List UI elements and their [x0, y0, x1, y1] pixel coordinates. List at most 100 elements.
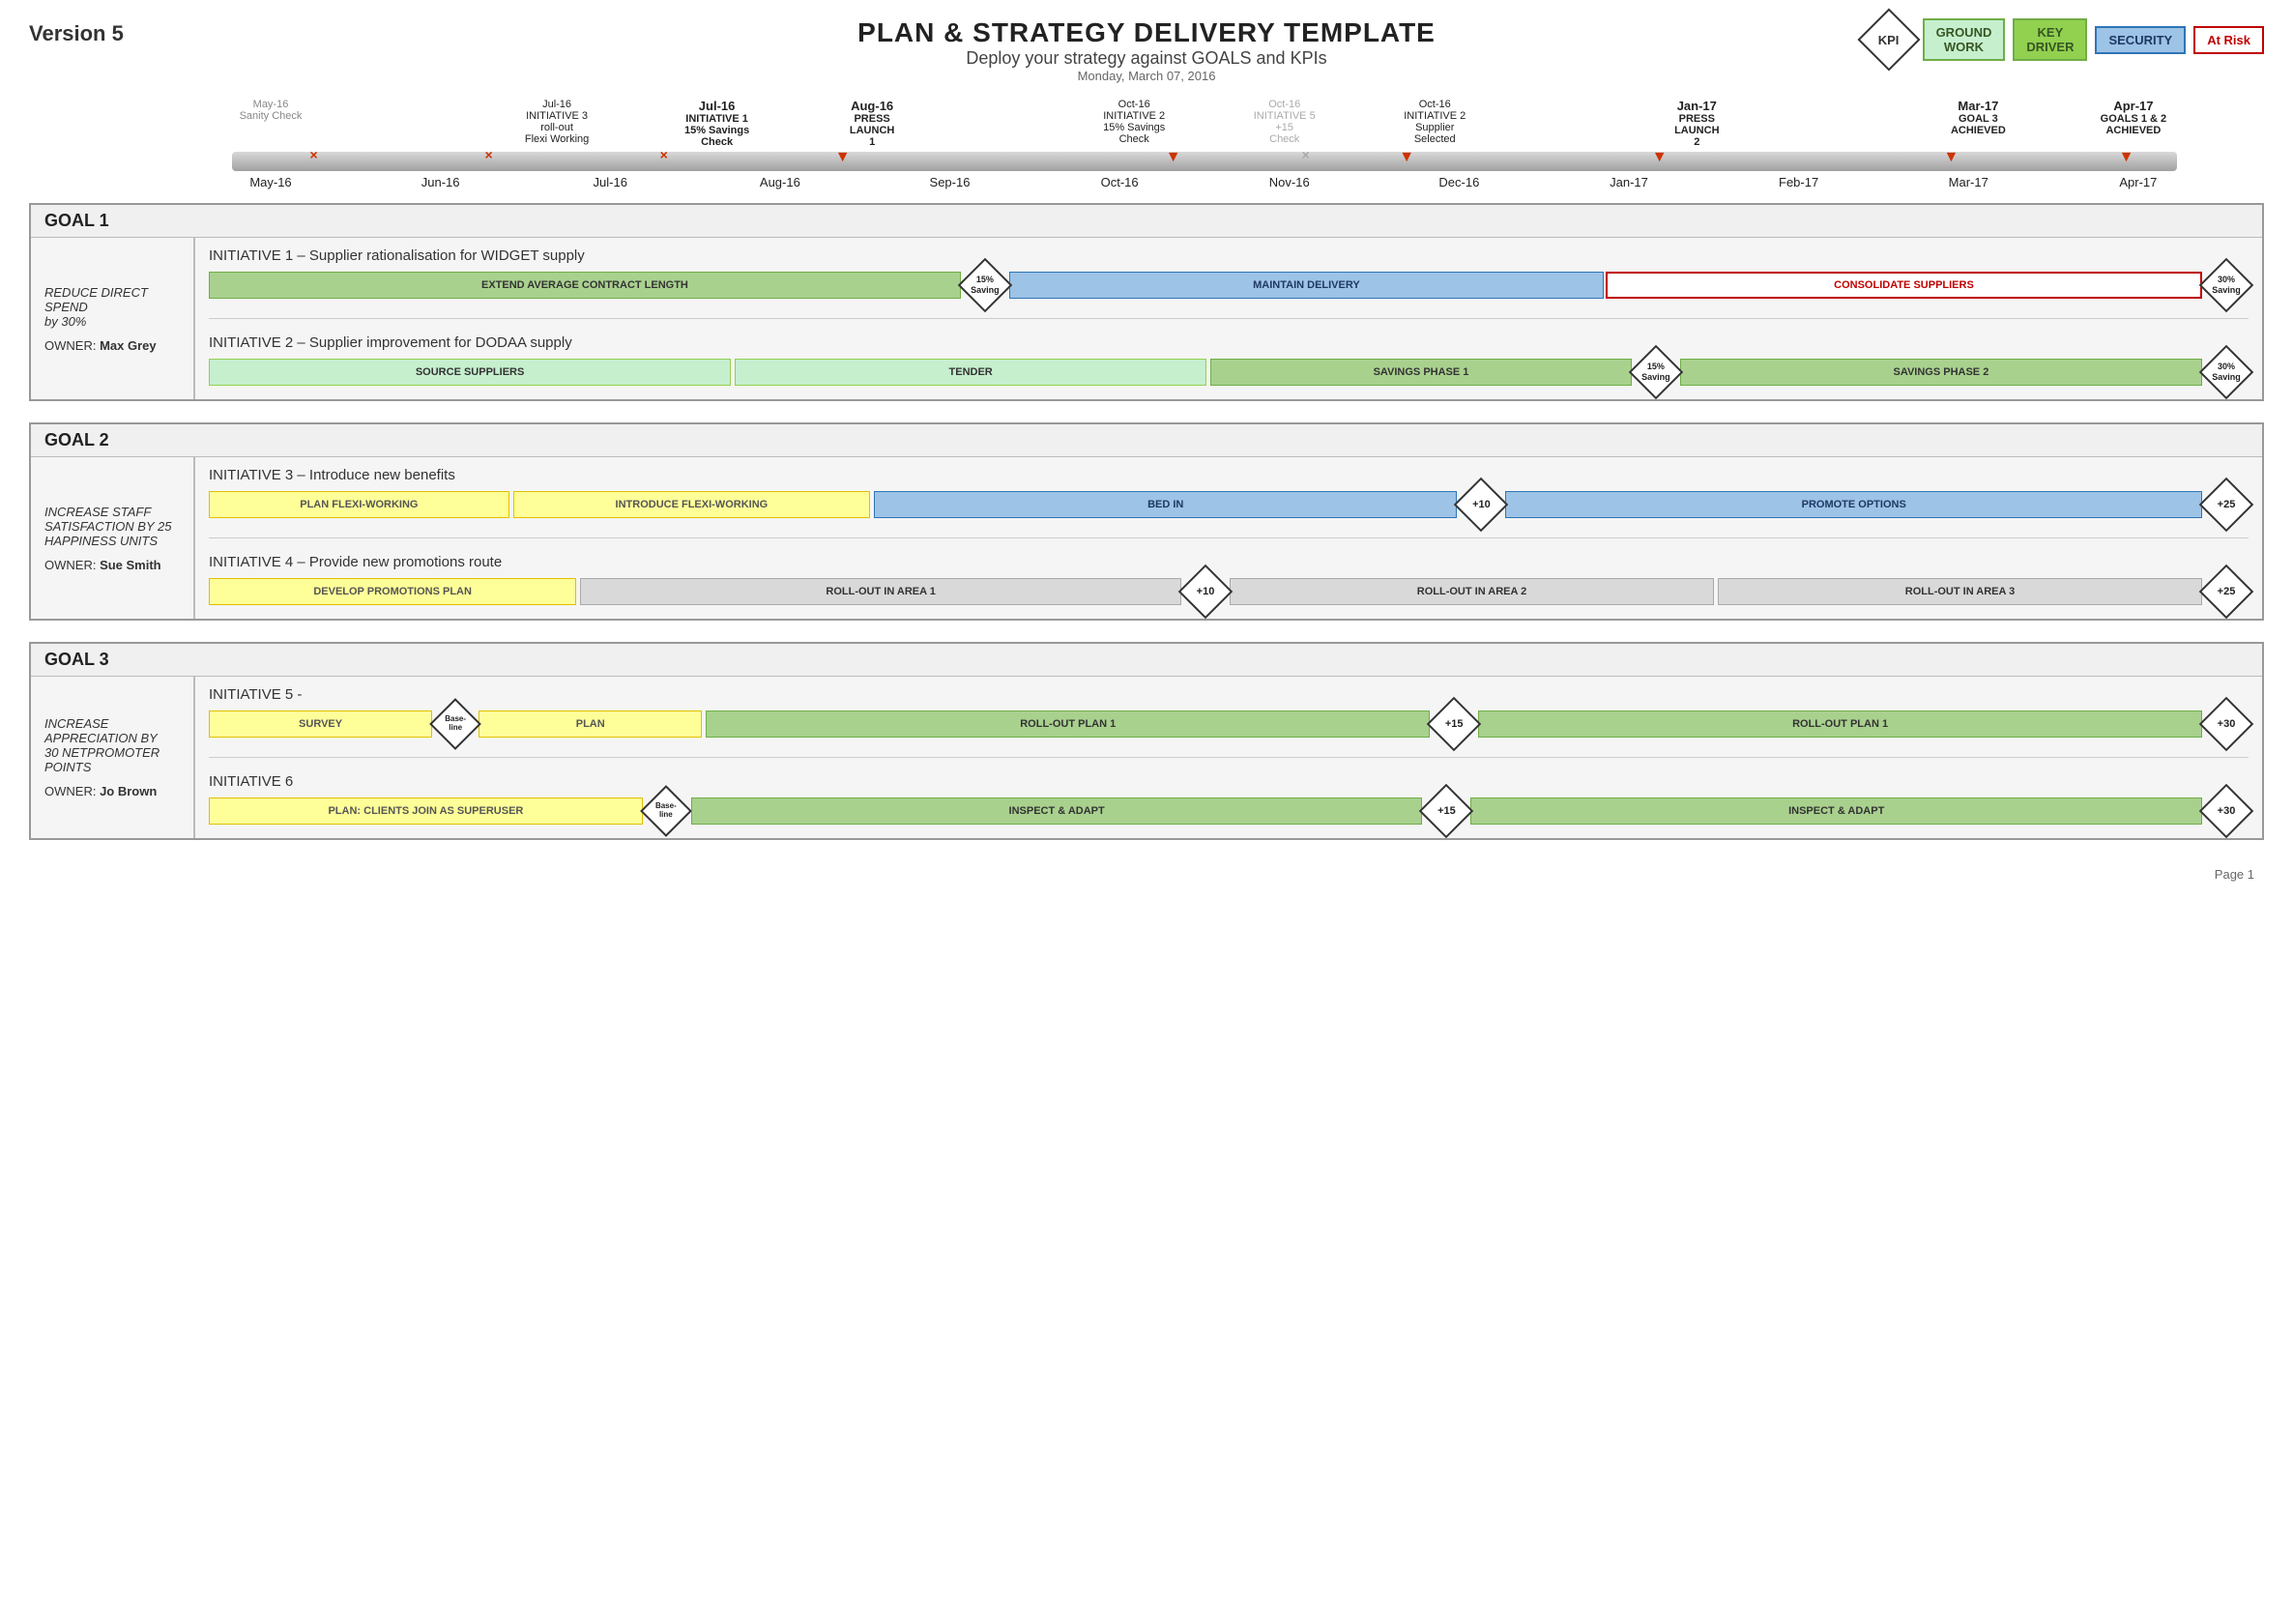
bar-savings-phase1: SAVINGS PHASE 1 — [1210, 359, 1632, 386]
timeline-bar-area: × × × ▼ ▼ × ▼ ▼ ▼ — [232, 152, 2177, 171]
timeline-section: May-16 Sanity Check Jul-16 INITIATIVE 3 … — [0, 89, 2293, 193]
marker-jul16: × — [660, 148, 668, 161]
goal1-header: GOAL 1 — [31, 205, 2262, 238]
initiative6-container: INITIATIVE 6 PLAN: CLIENTS JOIN AS SUPER… — [209, 773, 2249, 828]
bar-consolidate-suppliers: CONSOLIDATE SUPPLIERS — [1606, 272, 2202, 299]
goal3-owner: OWNER: Jo Brown — [44, 784, 184, 798]
kpi-diamond: KPI — [1863, 14, 1915, 66]
initiative2-container: INITIATIVE 2 – Supplier improvement for … — [209, 334, 2249, 390]
initiative5-container: INITIATIVE 5 - SURVEY Base-line PLAN ROL… — [209, 686, 2249, 741]
initiative4-title: INITIATIVE 4 – Provide new promotions ro… — [209, 554, 2249, 570]
bar-rollout-area3: ROLL-OUT IN AREA 3 — [1718, 578, 2202, 605]
timeline-bar — [232, 152, 2177, 171]
divider-1 — [209, 318, 2249, 319]
bar-maintain-delivery: MAINTAIN DELIVERY — [1009, 272, 1604, 299]
diamond-plus30-5: +30 — [2204, 702, 2249, 746]
initiative6-title: INITIATIVE 6 — [209, 773, 2249, 790]
month-sep16: Sep-16 — [912, 175, 989, 189]
bar-rollout-area2: ROLL-OUT IN AREA 2 — [1230, 578, 1714, 605]
initiative5-title: INITIATIVE 5 - — [209, 686, 2249, 703]
bar-source-suppliers: SOURCE SUPPLIERS — [209, 359, 731, 386]
initiative1-title: INITIATIVE 1 – Supplier rationalisation … — [209, 247, 2249, 264]
tl-event-1: May-16 Sanity Check — [232, 99, 309, 148]
goal1-description: REDUCE DIRECTSPENDby 30% — [44, 285, 184, 329]
legend-area: KPI GROUNDWORK KEYDRIVER SECURITY At Ris… — [1863, 14, 2264, 66]
bar-rollout-plan1-5b: ROLL-OUT PLAN 1 — [1478, 710, 2202, 738]
goal1-owner: OWNER: Max Grey — [44, 338, 184, 353]
goals-container: GOAL 1 REDUCE DIRECTSPENDby 30% OWNER: M… — [0, 193, 2293, 859]
bar-inspect-adapt-6a: INSPECT & ADAPT — [691, 798, 1423, 825]
diamond-15pct-saving: 15%Saving — [963, 263, 1007, 307]
goal3-content: INITIATIVE 5 - SURVEY Base-line PLAN ROL… — [195, 677, 2262, 838]
diamond-baseline-6: Base-line — [645, 790, 687, 832]
month-jul16: Jul-16 — [571, 175, 649, 189]
diamond-30pct-saving-1: 30%Saving — [2204, 263, 2249, 307]
tl-event-7: Oct-16 INITIATIVE 2 Supplier Selected — [1396, 99, 1473, 148]
marker-may16: × — [309, 148, 317, 161]
legend-security: SECURITY — [2095, 26, 2186, 54]
legend-atrisk: At Risk — [2193, 26, 2264, 54]
bar-savings-phase2: SAVINGS PHASE 2 — [1680, 359, 2202, 386]
marker-aug16: ▼ — [835, 150, 851, 165]
month-mar17: Mar-17 — [1930, 175, 2007, 189]
goal3-header: GOAL 3 — [31, 644, 2262, 677]
tl-event-3: Jul-16 INITIATIVE 1 15% Savings Check — [674, 99, 761, 148]
bar-introduce-flexi: INTRODUCE FLEXI-WORKING — [513, 491, 870, 518]
month-dec16: Dec-16 — [1420, 175, 1497, 189]
legend-groundwork: GROUNDWORK — [1923, 18, 2006, 61]
month-apr17: Apr-17 — [2100, 175, 2177, 189]
goal3-block: GOAL 3 INCREASEAPPRECIATION BY30 NETPROM… — [29, 642, 2264, 840]
goal2-body: INCREASE STAFFSATISFACTION BY 25HAPPINES… — [31, 457, 2262, 619]
bar-bed-in: BED IN — [874, 491, 1457, 518]
goal2-content: INITIATIVE 3 – Introduce new benefits PL… — [195, 457, 2262, 619]
initiative3-title: INITIATIVE 3 – Introduce new benefits — [209, 467, 2249, 483]
initiative6-gantt: PLAN: CLIENTS JOIN AS SUPERUSER Base-lin… — [209, 794, 2249, 828]
initiative1-gantt: EXTEND AVERAGE CONTRACT LENGTH 15%Saving… — [209, 268, 2249, 303]
tl-event-8: Jan-17 PRESS LAUNCH 2 — [1658, 99, 1735, 148]
tl-event-5: Oct-16 INITIATIVE 2 15% Savings Check — [1095, 99, 1173, 148]
diamond-plus10-4: +10 — [1183, 569, 1228, 614]
month-labels: May-16 Jun-16 Jul-16 Aug-16 Sep-16 Oct-1… — [39, 171, 2254, 189]
diamond-plus25-4: +25 — [2204, 569, 2249, 614]
bar-rollout-plan1-5a: ROLL-OUT PLAN 1 — [706, 710, 1430, 738]
page-header: Version 5 PLAN & STRATEGY DELIVERY TEMPL… — [0, 0, 2293, 89]
initiative2-title: INITIATIVE 2 – Supplier improvement for … — [209, 334, 2249, 351]
diamond-plus30-6: +30 — [2204, 789, 2249, 833]
goal3-description: INCREASEAPPRECIATION BY30 NETPROMOTERPOI… — [44, 716, 184, 774]
month-jun16: Jun-16 — [402, 175, 479, 189]
initiative3-container: INITIATIVE 3 – Introduce new benefits PL… — [209, 467, 2249, 522]
goal3-body: INCREASEAPPRECIATION BY30 NETPROMOTERPOI… — [31, 677, 2262, 838]
bar-plan-flexi: PLAN FLEXI-WORKING — [209, 491, 509, 518]
kpi-label: KPI — [1878, 33, 1900, 47]
month-jan17: Jan-17 — [1590, 175, 1668, 189]
marker-apr17: ▼ — [2119, 150, 2134, 165]
goal2-sidebar: INCREASE STAFFSATISFACTION BY 25HAPPINES… — [31, 457, 195, 619]
diamond-30pct-saving-2: 30%Saving — [2204, 350, 2249, 394]
diamond-plus25-3: +25 — [2204, 482, 2249, 527]
header-date: Monday, March 07, 2016 — [0, 69, 2293, 83]
diamond-baseline-5: Base-line — [434, 703, 477, 745]
tl-event-10: Apr-17 GOALS 1 & 2 ACHIEVED — [2090, 99, 2177, 148]
tl-event-4: Aug-16 PRESS LAUNCH 1 — [833, 99, 911, 148]
goal2-header: GOAL 2 — [31, 424, 2262, 457]
diamond-15pct-saving-2: 15%Saving — [1634, 350, 1678, 394]
goal1-content: INITIATIVE 1 – Supplier rationalisation … — [195, 238, 2262, 399]
marker-jan17: ▼ — [1652, 150, 1668, 165]
marker-nov16: ▼ — [1399, 150, 1414, 165]
bar-survey: SURVEY — [209, 710, 432, 738]
initiative1-container: INITIATIVE 1 – Supplier rationalisation … — [209, 247, 2249, 303]
bar-plan-clients: PLAN: CLIENTS JOIN AS SUPERUSER — [209, 798, 643, 825]
month-feb17: Feb-17 — [1760, 175, 1838, 189]
initiative2-gantt: SOURCE SUPPLIERS TENDER SAVINGS PHASE 1 … — [209, 355, 2249, 390]
bar-extend-contract: EXTEND AVERAGE CONTRACT LENGTH — [209, 272, 961, 299]
divider-3 — [209, 757, 2249, 758]
month-may16: May-16 — [232, 175, 309, 189]
initiative3-gantt: PLAN FLEXI-WORKING INTRODUCE FLEXI-WORKI… — [209, 487, 2249, 522]
bar-promote-options: PROMOTE OPTIONS — [1505, 491, 2202, 518]
bar-rollout-area1: ROLL-OUT IN AREA 1 — [580, 578, 1181, 605]
bar-plan-5: PLAN — [479, 710, 702, 738]
version-label: Version 5 — [29, 21, 124, 46]
marker-jun16: × — [485, 148, 493, 161]
tl-event-9: Mar-17 GOAL 3 ACHIEVED — [1939, 99, 2017, 148]
month-oct16: Oct-16 — [1081, 175, 1158, 189]
